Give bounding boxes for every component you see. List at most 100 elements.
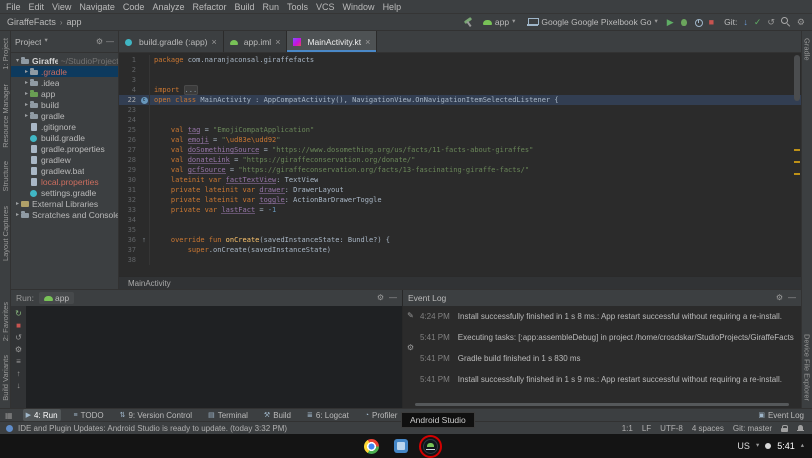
- menu-run[interactable]: Run: [259, 2, 284, 12]
- status-1-1[interactable]: 1:1: [622, 424, 633, 433]
- toolwindow-button-profiler[interactable]: ◔Profiler: [362, 409, 401, 421]
- tree-item-giraffefacts[interactable]: ▾GiraffeFacts~/StudioProjects/GiraffeFac…: [11, 55, 118, 66]
- expand-arrow[interactable]: ▸: [23, 90, 30, 97]
- code-line[interactable]: 25 val tag = "EmojiCompatApplication": [119, 125, 801, 135]
- code-line[interactable]: 36↑ override fun onCreate(savedInstanceS…: [119, 235, 801, 245]
- toolwindow-button-terminal[interactable]: ▤Terminal: [205, 409, 251, 421]
- code-line[interactable]: 37 super.onCreate(savedInstanceState): [119, 245, 801, 255]
- tree-item-idea[interactable]: ▸.idea: [11, 77, 118, 88]
- tree-item-gradlew[interactable]: gradlew: [11, 154, 118, 165]
- run-console[interactable]: [26, 306, 402, 408]
- hide-panel-icon[interactable]: —: [788, 294, 796, 302]
- close-icon[interactable]: ×: [275, 37, 280, 47]
- breadcrumb-module[interactable]: app: [67, 17, 82, 27]
- event-log-entry[interactable]: 4:24 PMInstall successfully finished in …: [420, 312, 796, 321]
- status-indicator-icon[interactable]: [765, 443, 771, 449]
- toolwindow-button-build[interactable]: ⚒Build: [261, 409, 294, 421]
- status-utf-8[interactable]: UTF-8: [660, 424, 683, 433]
- code-line[interactable]: 2: [119, 65, 801, 75]
- event-log-scrollbar[interactable]: [415, 403, 789, 406]
- menu-vcs[interactable]: VCS: [312, 2, 339, 12]
- chrome-icon[interactable]: [364, 439, 379, 454]
- tab-build-gradle-app[interactable]: build.gradle (:app)×: [119, 31, 224, 52]
- toolwindow-button-todo[interactable]: ≡TODO: [71, 409, 107, 421]
- debug-button[interactable]: [680, 18, 688, 26]
- breadcrumb-project[interactable]: GiraffeFacts: [7, 17, 56, 27]
- code-line[interactable]: 28 val donateLink = "https://giraffecons…: [119, 155, 801, 165]
- tree-item-app[interactable]: ▸app: [11, 88, 118, 99]
- git-commit-button[interactable]: ✓: [754, 18, 762, 27]
- tool-button-device-file-explorer[interactable]: Device File Explorer: [803, 334, 812, 401]
- keyboard-layout[interactable]: US: [737, 441, 750, 451]
- project-panel-title[interactable]: Project: [15, 37, 41, 47]
- tab-app-iml[interactable]: app.iml×: [224, 31, 288, 52]
- hide-panel-icon[interactable]: —: [106, 38, 114, 46]
- expand-arrow[interactable]: ▸: [14, 211, 21, 218]
- run-config-select[interactable]: app ▾: [480, 15, 518, 29]
- code-line[interactable]: 23: [119, 105, 801, 115]
- scrollbar-thumb[interactable]: [794, 55, 800, 101]
- toolwindow-button-event-log[interactable]: ▣Event Log: [755, 409, 807, 421]
- menu-analyze[interactable]: Analyze: [148, 2, 188, 12]
- device-select[interactable]: Google Google Pixelbook Go ▾: [524, 15, 660, 29]
- tab-mainactivity-kt[interactable]: MainActivity.kt×: [287, 31, 377, 52]
- tree-item-gitignore[interactable]: .gitignore: [11, 121, 118, 132]
- toolwindow-button-6-logcat[interactable]: ≣6: Logcat: [304, 409, 352, 421]
- tool-button-1-project[interactable]: 1: Project: [1, 38, 10, 70]
- tool-button-2-favorites[interactable]: 2: Favorites: [1, 302, 10, 341]
- menu-window[interactable]: Window: [339, 2, 379, 12]
- tool-button-resource-manager[interactable]: Resource Manager: [1, 84, 10, 148]
- code-area[interactable]: 1package com.naranjaconsal.giraffefacts2…: [119, 53, 801, 276]
- code-line[interactable]: 24: [119, 115, 801, 125]
- toolwindow-button-9-version-control[interactable]: ⇅9: Version Control: [117, 409, 195, 421]
- code-line[interactable]: 31 private lateinit var drawer: DrawerLa…: [119, 185, 801, 195]
- run-tab-app[interactable]: app: [39, 292, 74, 304]
- settings-gear-icon[interactable]: ⚙: [797, 18, 805, 27]
- settings-gear-icon[interactable]: ⚙: [776, 294, 783, 302]
- expand-arrow[interactable]: ▸: [23, 79, 30, 86]
- tree-item-gradlew-bat[interactable]: gradlew.bat: [11, 165, 118, 176]
- rerun-icon[interactable]: ↻: [15, 310, 22, 318]
- tree-item-settings-gradle[interactable]: settings.gradle: [11, 187, 118, 198]
- menu-tools[interactable]: Tools: [283, 2, 312, 12]
- code-line[interactable]: 34: [119, 215, 801, 225]
- code-line[interactable]: 22copen class MainActivity : AppCompatAc…: [119, 95, 801, 105]
- tree-item-external-libraries[interactable]: ▸External Libraries: [11, 198, 118, 209]
- tree-item-build-gradle[interactable]: build.gradle: [11, 132, 118, 143]
- git-update-button[interactable]: ↓: [743, 18, 748, 27]
- code-line[interactable]: 29 val gcfSource = "https://giraffeconse…: [119, 165, 801, 175]
- tree-item-local-properties[interactable]: local.properties: [11, 176, 118, 187]
- settings-gear-icon[interactable]: ⚙: [377, 294, 384, 302]
- down-stack-icon[interactable]: ↓: [17, 382, 21, 390]
- menu-view[interactable]: View: [48, 2, 75, 12]
- tree-item-scratches-and-consoles[interactable]: ▸Scratches and Consoles: [11, 209, 118, 220]
- menu-file[interactable]: File: [2, 2, 25, 12]
- expand-arrow[interactable]: ▸: [14, 200, 21, 207]
- build-hammer-icon[interactable]: [463, 17, 474, 28]
- editor-scrollbar[interactable]: [793, 53, 801, 276]
- menu-help[interactable]: Help: [379, 2, 406, 12]
- close-icon[interactable]: ×: [365, 37, 370, 47]
- tool-button-build-variants[interactable]: Build Variants: [1, 355, 10, 401]
- event-log-entry[interactable]: 5:41 PMGradle build finished in 1 s 830 …: [420, 354, 796, 363]
- code-line[interactable]: 27 val doSomethingSource = "https://www.…: [119, 145, 801, 155]
- files-icon[interactable]: [394, 439, 408, 453]
- status-lf[interactable]: LF: [642, 424, 651, 433]
- pencil-icon[interactable]: ✎: [407, 312, 414, 320]
- tool-button-layout-captures[interactable]: Layout Captures: [1, 206, 10, 261]
- tool-button-structure[interactable]: Structure: [1, 161, 10, 191]
- restart-activity-icon[interactable]: ↺: [15, 334, 22, 342]
- stop-icon[interactable]: ■: [16, 322, 21, 330]
- tree-item-gradle[interactable]: ▸.gradle: [11, 66, 118, 77]
- code-line[interactable]: 3: [119, 75, 801, 85]
- search-icon[interactable]: [781, 17, 791, 27]
- close-icon[interactable]: ×: [212, 37, 217, 47]
- code-line[interactable]: 30 lateinit var factTextView: TextView: [119, 175, 801, 185]
- tree-item-build[interactable]: ▸build: [11, 99, 118, 110]
- git-rollback-button[interactable]: ↺: [767, 18, 775, 27]
- status-message[interactable]: IDE and Plugin Updates: Android Studio i…: [18, 424, 287, 433]
- tool-button-gradle[interactable]: Gradle: [803, 38, 812, 61]
- settings-gear-icon[interactable]: ⚙: [96, 38, 103, 46]
- menu-code[interactable]: Code: [119, 2, 149, 12]
- profile-button[interactable]: [694, 18, 703, 27]
